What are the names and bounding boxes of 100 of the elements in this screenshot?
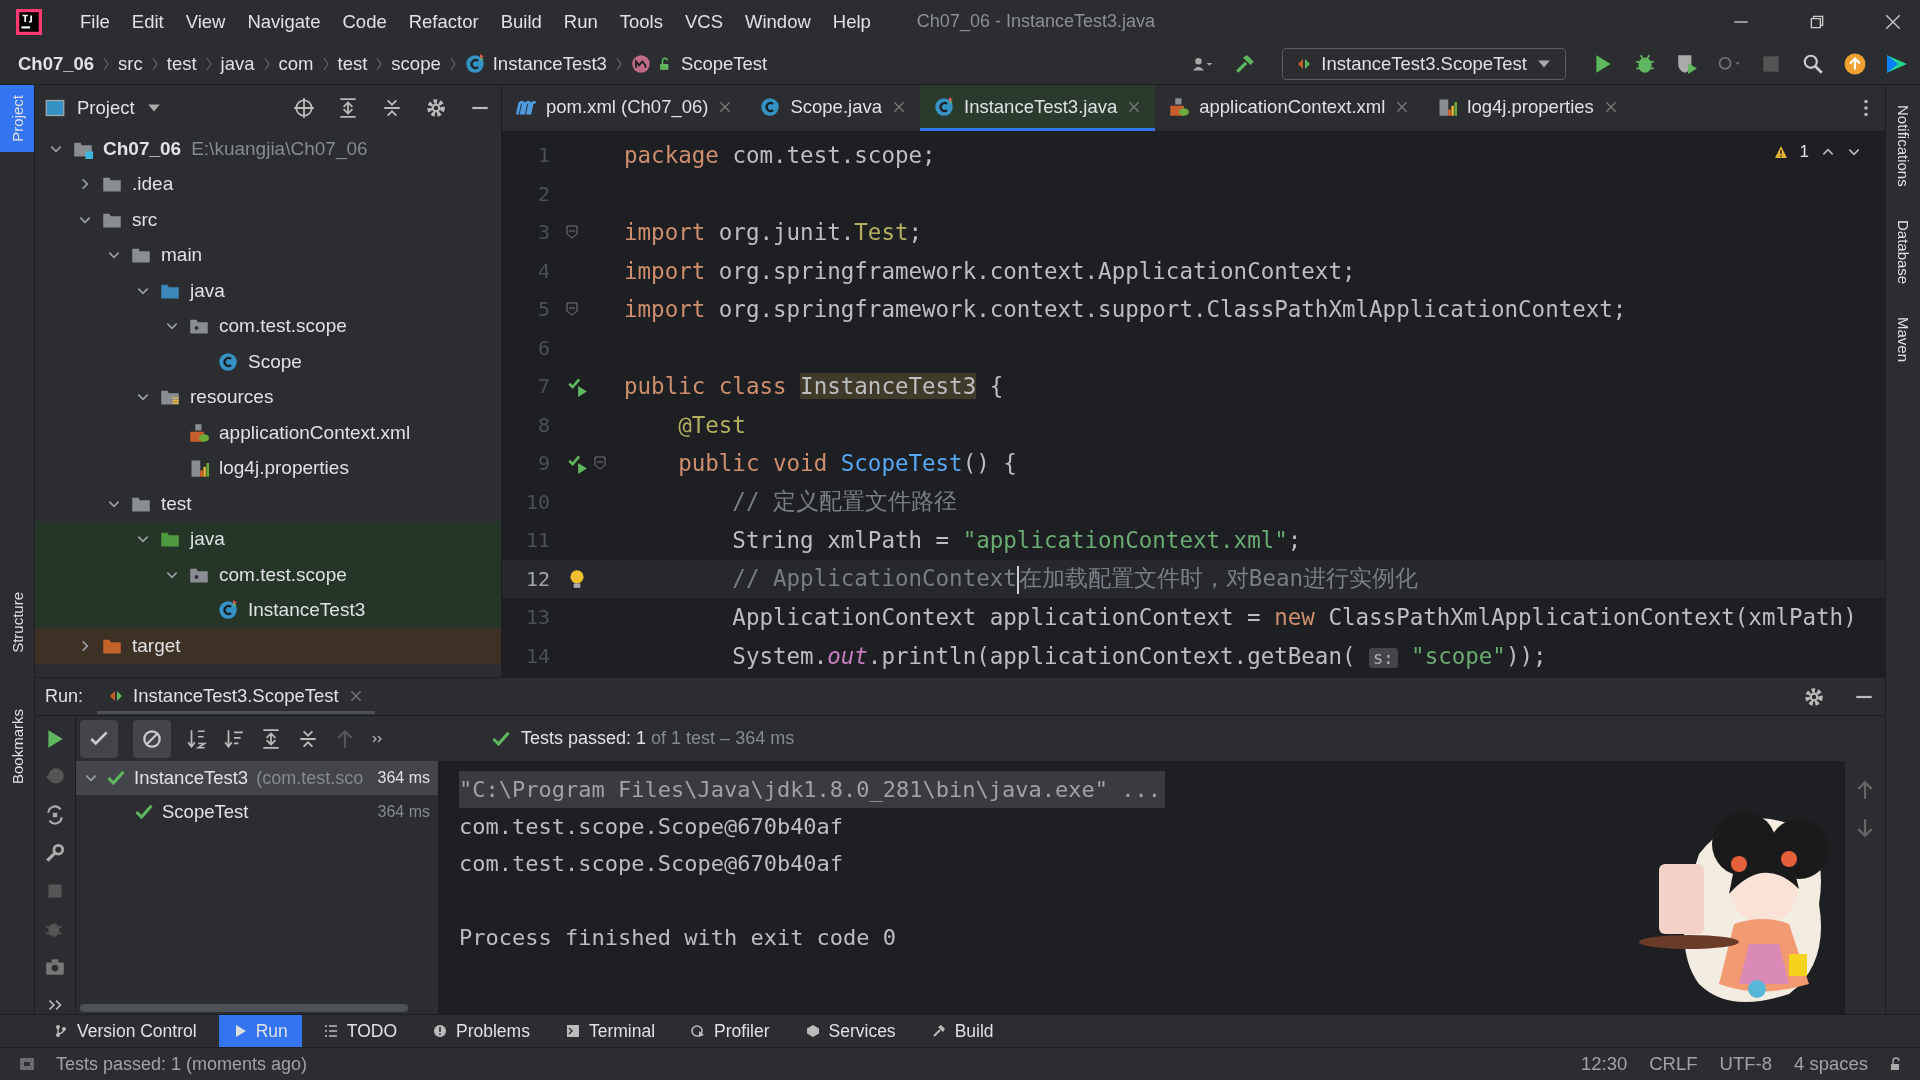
- code-line: public void ScopeTest() {: [677, 450, 1017, 477]
- tree-item[interactable]: log4j.properties: [219, 457, 349, 480]
- settings-icon[interactable]: [1803, 685, 1825, 708]
- sort-alpha-icon[interactable]: [186, 727, 208, 750]
- toolbox-icon[interactable]: [1886, 52, 1908, 75]
- tool-window-tab[interactable]: Database: [1894, 219, 1912, 287]
- run-config-dropdown[interactable]: InstanceTest3.ScopeTest: [1282, 47, 1566, 80]
- highlighted-row[interactable]: target: [35, 628, 501, 664]
- tree-item[interactable]: com.test.scope: [219, 563, 347, 586]
- tool-window-tab[interactable]: Notifications: [1894, 105, 1912, 190]
- show-passed-toggle[interactable]: [80, 719, 118, 758]
- tree-item[interactable]: com.test.scope: [219, 315, 347, 338]
- tool-window-tab[interactable]: Version Control: [40, 1015, 211, 1047]
- tool-window-tab[interactable]: Bookmarks: [0, 698, 34, 794]
- breadcrumb[interactable]: ScopeTest: [680, 52, 768, 75]
- status-item[interactable]: UTF-8: [1719, 1053, 1772, 1075]
- menu-item[interactable]: Run: [563, 10, 598, 33]
- scrollbar[interactable]: [80, 1004, 408, 1012]
- test-name[interactable]: ScopeTest: [162, 801, 249, 823]
- expand-all-icon[interactable]: [337, 97, 359, 119]
- highlighted-row[interactable]: java: [35, 521, 501, 557]
- tree-item[interactable]: applicationContext.xml: [219, 421, 411, 444]
- class-icon: [464, 53, 485, 74]
- menu-item[interactable]: Refactor: [408, 10, 479, 33]
- editor-tab[interactable]: applicationContext.xml: [1155, 85, 1424, 131]
- tool-window-tab[interactable]: Maven: [1894, 316, 1912, 365]
- panel-title[interactable]: Project: [77, 97, 135, 119]
- breadcrumb[interactable]: InstanceTest3: [492, 52, 607, 75]
- tool-window-tab[interactable]: Profiler: [677, 1015, 784, 1047]
- highlighted-row[interactable]: com.test.scope: [35, 557, 501, 593]
- tree-item[interactable]: test: [161, 492, 192, 515]
- class-icon: [218, 351, 238, 372]
- tool-window-tab[interactable]: Services: [791, 1015, 910, 1047]
- editor-tab[interactable]: Scope.java: [746, 85, 920, 131]
- breadcrumb[interactable]: Ch07_06: [18, 52, 95, 75]
- run-config-tab[interactable]: InstanceTest3.ScopeTest: [97, 679, 375, 714]
- tool-window-tab[interactable]: Structure: [0, 582, 34, 663]
- editor-tab[interactable]: pom.xml (Ch07_06): [502, 85, 747, 131]
- menu-item[interactable]: Edit: [131, 10, 164, 33]
- tree-item[interactable]: java: [190, 279, 225, 302]
- tree-item[interactable]: .idea: [132, 173, 174, 196]
- warning-icon[interactable]: [1773, 145, 1788, 159]
- menu-item[interactable]: Build: [500, 10, 542, 33]
- shield-run-icon[interactable]: [1676, 52, 1698, 75]
- breadcrumb[interactable]: test: [337, 52, 368, 75]
- breadcrumb[interactable]: src: [118, 52, 143, 75]
- tree-item[interactable]: resources: [190, 386, 274, 409]
- tool-window-tab[interactable]: Terminal: [551, 1015, 670, 1047]
- separator-icon: [102, 55, 111, 72]
- hammer-icon[interactable]: [1234, 52, 1257, 75]
- menu-item[interactable]: Tools: [619, 10, 663, 33]
- expand-all-icon[interactable]: [260, 727, 282, 750]
- tool-window-tab[interactable]: Build: [917, 1015, 1008, 1047]
- code-line: @Test: [677, 411, 746, 438]
- app-logo-icon[interactable]: [16, 8, 42, 35]
- menu-item[interactable]: Window: [745, 10, 811, 33]
- breadcrumb[interactable]: test: [166, 52, 197, 75]
- menu-item[interactable]: File: [80, 10, 110, 33]
- fold-icon[interactable]: [594, 456, 606, 471]
- build-icon: [931, 1024, 946, 1038]
- menu-item[interactable]: Navigate: [247, 10, 321, 33]
- test-name[interactable]: InstanceTest3: [134, 767, 249, 789]
- bug-icon[interactable]: [1634, 52, 1656, 75]
- status-item[interactable]: CRLF: [1649, 1053, 1698, 1075]
- show-ignored-toggle[interactable]: [133, 719, 171, 758]
- fold-icon[interactable]: [566, 225, 578, 240]
- panel-toggle-icon[interactable]: [20, 1057, 34, 1071]
- status-item[interactable]: 4 spaces: [1793, 1053, 1868, 1075]
- editor-tab[interactable]: log4j.properties: [1423, 85, 1632, 131]
- target-icon[interactable]: [293, 97, 315, 119]
- editor-tab[interactable]: InstanceTest3.java: [920, 85, 1156, 131]
- update-icon[interactable]: [1844, 52, 1866, 75]
- tree-item[interactable]: src: [132, 208, 158, 231]
- tree-item[interactable]: Ch07_06: [103, 137, 182, 160]
- menu-item[interactable]: Help: [832, 10, 871, 33]
- tree-item[interactable]: Scope: [248, 350, 302, 373]
- breadcrumb[interactable]: java: [220, 52, 255, 75]
- tree-item[interactable]: target: [132, 634, 181, 657]
- sort-duration-icon[interactable]: [223, 727, 245, 750]
- close-icon[interactable]: [1884, 12, 1902, 31]
- menu-item[interactable]: View: [185, 10, 226, 33]
- highlighted-row[interactable]: InstanceTest3: [35, 592, 501, 628]
- warning-count[interactable]: 1: [1799, 142, 1809, 162]
- menu-item[interactable]: VCS: [684, 10, 723, 33]
- tree-item[interactable]: InstanceTest3: [248, 599, 366, 622]
- fold-icon[interactable]: [566, 302, 578, 317]
- wrench-icon[interactable]: [44, 842, 66, 864]
- tree-item[interactable]: main: [161, 244, 203, 267]
- breadcrumb[interactable]: scope: [391, 52, 441, 75]
- tree-item[interactable]: java: [190, 528, 225, 551]
- status-item[interactable]: 12:30: [1580, 1053, 1628, 1075]
- code-line: ApplicationContext applicationContext = new ClassPathXmlApplicationContext(xmlPath): [731, 604, 1857, 631]
- tool-window-tab[interactable]: TODO: [309, 1015, 411, 1047]
- collapse-all-icon[interactable]: [381, 97, 403, 119]
- menu-item[interactable]: Code: [342, 10, 387, 33]
- breadcrumb[interactable]: com: [278, 52, 314, 75]
- settings-icon[interactable]: [425, 97, 447, 119]
- search-icon[interactable]: [1802, 52, 1824, 75]
- camera-icon[interactable]: [44, 956, 66, 978]
- tool-window-tab[interactable]: Problems: [419, 1015, 544, 1047]
